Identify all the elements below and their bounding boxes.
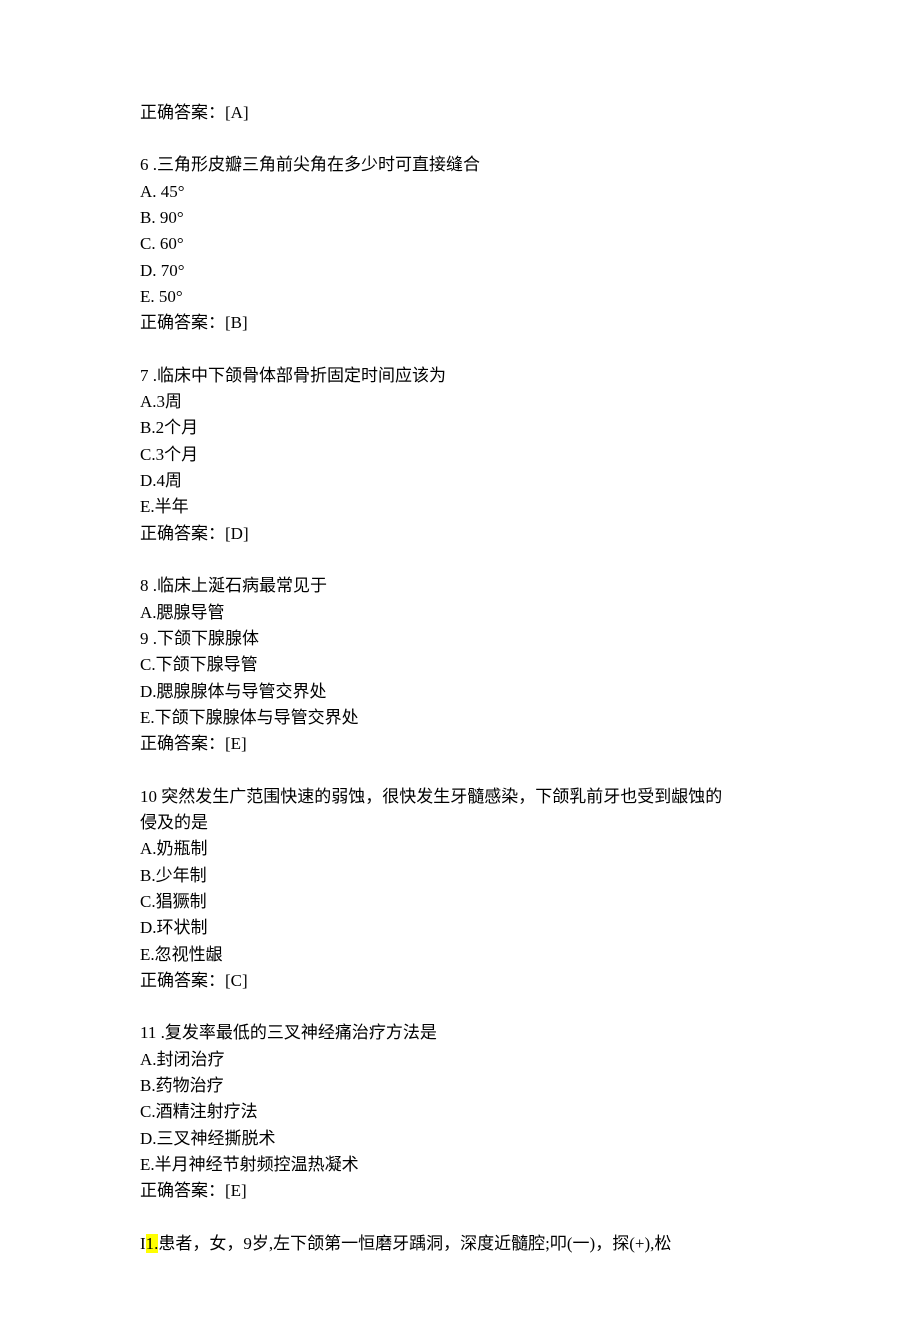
option-a: A.奶瓶制 [140, 836, 780, 862]
option-c: C.猖獗制 [140, 889, 780, 915]
option-b: B. 90° [140, 205, 780, 231]
option-d: D. 70° [140, 258, 780, 284]
option-e: E.半月神经节射频控温热凝术 [140, 1152, 780, 1178]
correct-answer: 正确答案：[C] [140, 968, 780, 994]
option-d: D.4周 [140, 468, 780, 494]
question-stem-line2: 侵及的是 [140, 810, 780, 836]
option-e: E.半年 [140, 494, 780, 520]
correct-answer: 正确答案：[E] [140, 731, 780, 757]
stem-rest: 患者，女，9岁,左下颌第一恒磨牙踽洞，深度近髓腔;叩(一)，探(+),松 [158, 1234, 671, 1253]
option-c: C. 60° [140, 231, 780, 257]
option-a: A. 45° [140, 179, 780, 205]
stem-prefix: I [140, 1234, 146, 1253]
option-a: A.封闭治疗 [140, 1047, 780, 1073]
option-b: B.药物治疗 [140, 1073, 780, 1099]
question-8: 8 .临床上涎石病最常见于 A.腮腺导管 9 .下颌下腺腺体 C.下颌下腺导管 … [140, 573, 780, 757]
option-b: B.少年制 [140, 863, 780, 889]
highlight-text: 1. [146, 1234, 159, 1253]
question-stem-line1: 10 突然发生广范围快速的弱蚀，很快发生牙髓感染，下颌乳前牙也受到龈蚀的 [140, 784, 780, 810]
question-stem: I1.患者，女，9岁,左下颌第一恒磨牙踽洞，深度近髓腔;叩(一)，探(+),松 [140, 1231, 780, 1257]
option-e: E.下颌下腺腺体与导管交界处 [140, 705, 780, 731]
question-stem: 7 .临床中下颌骨体部骨折固定时间应该为 [140, 363, 780, 389]
option-c: C.下颌下腺导管 [140, 652, 780, 678]
option-e: E.忽视性龈 [140, 942, 780, 968]
question-stem: 11 .复发率最低的三叉神经痛治疗方法是 [140, 1020, 780, 1046]
question-stem: 8 .临床上涎石病最常见于 [140, 573, 780, 599]
question-6: 6 .三角形皮瓣三角前尖角在多少时可直接缝合 A. 45° B. 90° C. … [140, 152, 780, 336]
correct-answer: 正确答案：[A] [140, 100, 780, 126]
option-b: 9 .下颌下腺腺体 [140, 626, 780, 652]
question-7: 7 .临床中下颌骨体部骨折固定时间应该为 A.3周 B.2个月 C.3个月 D.… [140, 363, 780, 547]
question-10: 10 突然发生广范围快速的弱蚀，很快发生牙髓感染，下颌乳前牙也受到龈蚀的 侵及的… [140, 784, 780, 995]
option-a: A.3周 [140, 389, 780, 415]
option-d: D.腮腺腺体与导管交界处 [140, 679, 780, 705]
question-stem: 6 .三角形皮瓣三角前尖角在多少时可直接缝合 [140, 152, 780, 178]
question-12: I1.患者，女，9岁,左下颌第一恒磨牙踽洞，深度近髓腔;叩(一)，探(+),松 [140, 1231, 780, 1257]
option-d: D.环状制 [140, 915, 780, 941]
option-e: E. 50° [140, 284, 780, 310]
correct-answer: 正确答案：[E] [140, 1178, 780, 1204]
option-c: C.酒精注射疗法 [140, 1099, 780, 1125]
question-11: 11 .复发率最低的三叉神经痛治疗方法是 A.封闭治疗 B.药物治疗 C.酒精注… [140, 1020, 780, 1204]
option-a: A.腮腺导管 [140, 600, 780, 626]
answer-5: 正确答案：[A] [140, 100, 780, 126]
correct-answer: 正确答案：[D] [140, 521, 780, 547]
option-d: D.三叉神经撕脱术 [140, 1126, 780, 1152]
document-page: 正确答案：[A] 6 .三角形皮瓣三角前尖角在多少时可直接缝合 A. 45° B… [0, 0, 920, 1343]
option-c: C.3个月 [140, 442, 780, 468]
correct-answer: 正确答案：[B] [140, 310, 780, 336]
option-b: B.2个月 [140, 415, 780, 441]
